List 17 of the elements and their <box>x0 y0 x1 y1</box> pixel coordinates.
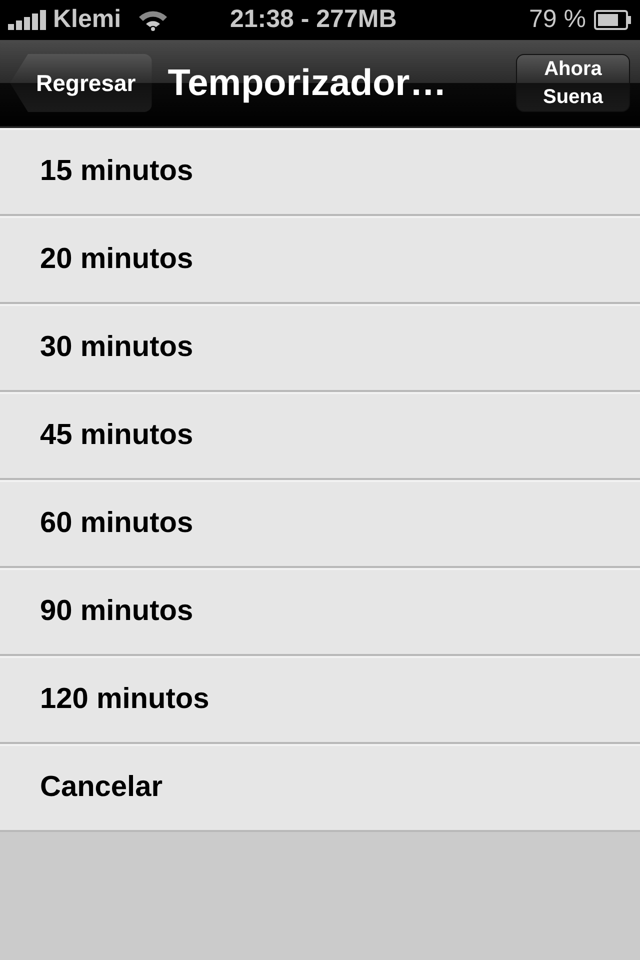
timer-option[interactable]: 15 minutos <box>0 128 640 216</box>
timer-option[interactable]: 120 minutos <box>0 656 640 744</box>
battery-percent: 79 % <box>529 4 586 36</box>
timer-option[interactable]: 90 minutos <box>0 568 640 656</box>
timer-option[interactable]: Cancelar <box>0 744 640 832</box>
back-button[interactable]: Regresar <box>10 54 152 112</box>
status-time: 21:38 - 277MB <box>230 4 397 36</box>
timer-option[interactable]: 30 minutos <box>0 304 640 392</box>
timer-option[interactable]: 60 minutos <box>0 480 640 568</box>
signal-icon <box>8 10 46 30</box>
timer-option[interactable]: 20 minutos <box>0 216 640 304</box>
screen-title: Temporizador… <box>168 61 447 106</box>
wifi-icon <box>138 9 168 31</box>
battery-icon <box>594 10 632 30</box>
carrier-name: Klemi <box>53 4 122 36</box>
now-playing-button[interactable]: Ahora Suena <box>516 54 630 112</box>
timer-option[interactable]: 45 minutos <box>0 392 640 480</box>
